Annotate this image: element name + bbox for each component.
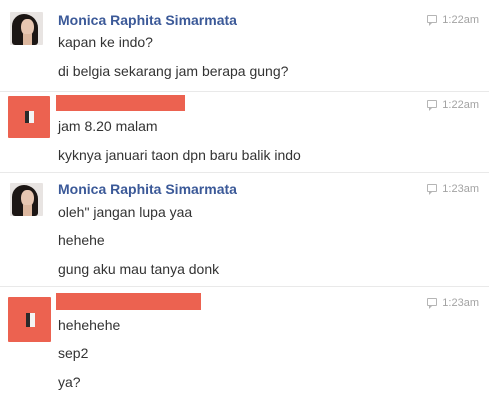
message-thread: Monica Raphita Simarmata 1:22am kapan ke… [0, 0, 499, 401]
message-text: ya? [58, 374, 81, 390]
message-timestamp: 1:22am [427, 98, 479, 112]
message-text: hehehe [58, 232, 105, 248]
chat-bubble-icon [427, 15, 438, 26]
chat-bubble-icon [427, 184, 438, 195]
timestamp-text: 1:22am [442, 14, 479, 26]
message-group: Monica Raphita Simarmata 1:22am kapan ke… [0, 0, 499, 90]
redacted-avatar[interactable] [8, 96, 50, 138]
redacted-author-name[interactable] [56, 95, 185, 111]
avatar[interactable] [10, 183, 43, 216]
author-name[interactable]: Monica Raphita Simarmata [58, 181, 237, 198]
author-name[interactable]: Monica Raphita Simarmata [58, 12, 237, 29]
avatar[interactable] [10, 12, 43, 45]
chat-bubble-icon [427, 298, 438, 309]
timestamp-text: 1:23am [442, 297, 479, 309]
message-text: sep2 [58, 345, 89, 361]
message-text: jam 8.20 malam [58, 118, 158, 134]
message-text: di belgia sekarang jam berapa gung? [58, 63, 289, 79]
message-timestamp: 1:23am [427, 296, 479, 310]
timestamp-text: 1:22am [442, 99, 479, 111]
message-text: kyknya januari taon dpn baru balik indo [58, 147, 301, 163]
message-group: 1:23am hehehehe sep2 ya? [0, 287, 499, 401]
message-group: Monica Raphita Simarmata 1:23am oleh" ja… [0, 173, 499, 285]
message-timestamp: 1:23am [427, 182, 479, 196]
message-group: 1:22am jam 8.20 malam kyknya januari tao… [0, 92, 499, 172]
message-text: hehehehe [58, 317, 121, 333]
chat-bubble-icon [427, 100, 438, 111]
redacted-avatar[interactable] [8, 297, 51, 342]
message-timestamp: 1:22am [427, 13, 479, 27]
message-text: oleh" jangan lupa yaa [58, 204, 193, 220]
redacted-author-name[interactable] [56, 293, 201, 310]
timestamp-text: 1:23am [442, 183, 479, 195]
message-text: gung aku mau tanya donk [58, 261, 220, 277]
message-text: kapan ke indo? [58, 34, 153, 50]
